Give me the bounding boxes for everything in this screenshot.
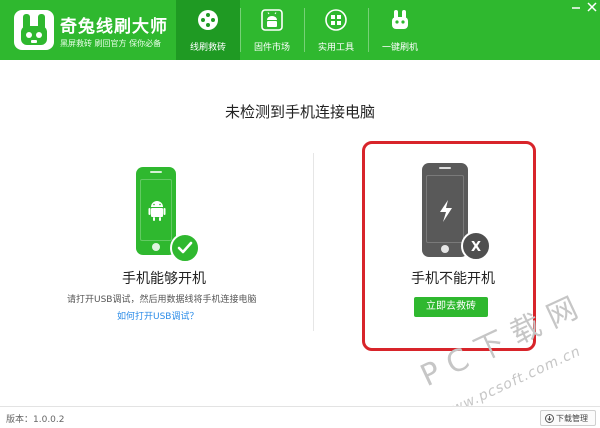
app-logo [14, 10, 54, 50]
tab-label: 一键刷机 [381, 43, 418, 53]
rescue-now-button[interactable]: 立即去救砖 [414, 297, 488, 317]
phone-speaker [150, 171, 162, 173]
check-badge [170, 233, 200, 263]
check-icon [177, 241, 193, 254]
right-card-title: 手机不能开机 [411, 271, 495, 287]
phone-home-button [152, 243, 160, 251]
app-title: 奇兔线刷大师 [60, 17, 168, 37]
download-manager-button[interactable]: 下载管理 [540, 410, 596, 426]
tab-label: 线刷救砖 [189, 43, 226, 53]
rabbit-icon [392, 10, 408, 29]
phone-screen [426, 175, 464, 243]
phone-home-button [441, 245, 449, 253]
status-bar: 版本：1.0.0.2 下载管理 [0, 406, 600, 428]
download-manager-label: 下载管理 [556, 414, 588, 423]
tab-utilities[interactable]: 实用工具 [304, 0, 368, 60]
tab-one-click-flash[interactable]: 一键刷机 [368, 0, 432, 60]
x-icon: X [471, 240, 481, 255]
close-icon[interactable] [584, 0, 600, 14]
android-icon [261, 9, 283, 31]
tab-label: 实用工具 [317, 43, 354, 53]
title-bar: 奇兔线刷大师 黑屏救砖 刷回官方 保你必备 线刷救砖 固件市场 实用工具 一键刷… [0, 0, 600, 60]
usb-debug-help-link[interactable]: 如何打开USB调试？ [117, 309, 198, 322]
version-label: 版本：1.0.0.2 [6, 415, 65, 425]
tab-label: 固件市场 [253, 43, 290, 53]
tab-flash-rescue[interactable]: 线刷救砖 [176, 0, 240, 60]
left-card-title: 手机能够开机 [122, 271, 206, 287]
android-icon [148, 201, 166, 221]
download-icon [545, 414, 554, 423]
left-card-description: 请打开USB调试，然后用数据线将手机连接电脑 [67, 295, 257, 305]
plus-circle-icon [198, 10, 218, 30]
x-badge: X [461, 231, 491, 261]
lightning-icon [440, 200, 452, 222]
app-subtitle: 黑屏救砖 刷回官方 保你必备 [60, 39, 162, 48]
tab-firmware-market[interactable]: 固件市场 [240, 0, 304, 60]
page-title: 未检测到手机连接电脑 [224, 103, 375, 121]
phone-screen [140, 179, 172, 241]
rabbit-logo-icon [21, 14, 47, 45]
minimize-icon[interactable] [568, 0, 584, 14]
x-badge-text: X [471, 240, 481, 255]
column-divider [313, 153, 314, 331]
grid-icon [325, 9, 347, 31]
phone-speaker [439, 167, 451, 169]
